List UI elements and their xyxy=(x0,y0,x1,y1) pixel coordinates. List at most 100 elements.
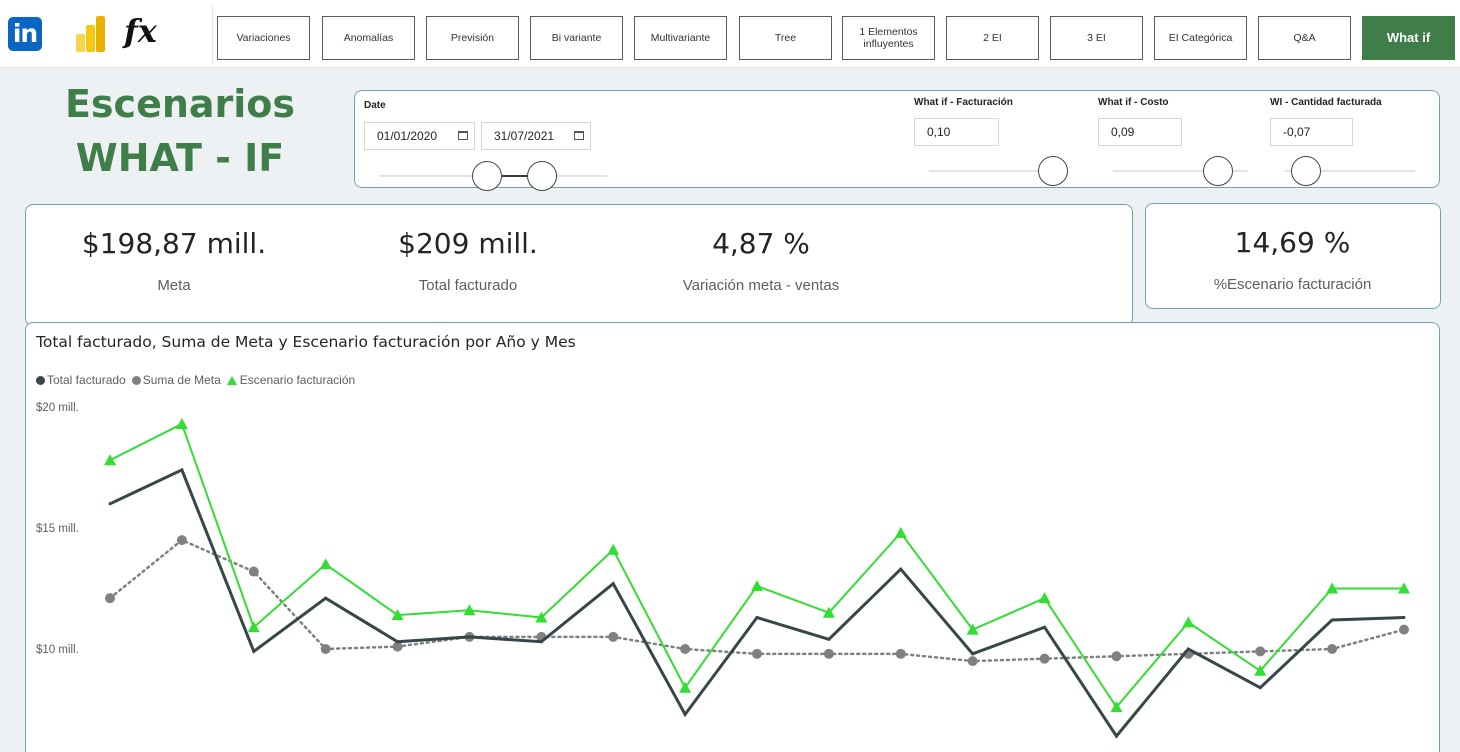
kpi-total-value: $209 mill. xyxy=(398,227,538,260)
line-chart-card: Total facturado, Suma de Meta y Escenari… xyxy=(25,322,1440,752)
data-point[interactable] xyxy=(1114,734,1118,738)
series-line-suma-de-meta[interactable] xyxy=(108,538,1406,663)
nav-button-tree[interactable]: Tree xyxy=(739,16,832,60)
data-point[interactable] xyxy=(175,417,188,429)
costo-slicer-label: What if - Costo xyxy=(1098,97,1169,108)
data-point[interactable] xyxy=(1039,653,1050,664)
facturacion-value: 0,10 xyxy=(927,125,951,139)
page-title-line2: WHAT - IF xyxy=(75,136,285,180)
data-point[interactable] xyxy=(467,635,471,639)
costo-value-input[interactable]: 0,09 xyxy=(1098,118,1182,146)
series-line-escenario-facturación[interactable] xyxy=(109,422,1404,709)
nav-button-multivariante[interactable]: Multivariante xyxy=(634,16,727,60)
date-start-value: 01/01/2020 xyxy=(377,129,438,143)
data-point[interactable] xyxy=(608,631,619,642)
data-point[interactable] xyxy=(827,637,831,641)
y-tick-label: $20 mill. xyxy=(36,402,79,414)
divider xyxy=(212,6,213,64)
data-point[interactable] xyxy=(1399,624,1409,635)
data-point[interactable] xyxy=(1255,646,1266,657)
date-end-value: 31/07/2021 xyxy=(494,129,555,143)
data-point[interactable] xyxy=(611,582,615,586)
cantidad-slider-handle[interactable] xyxy=(1291,156,1321,186)
data-point[interactable] xyxy=(180,468,184,472)
nav-button-bi-variante[interactable]: Bi variante xyxy=(530,16,623,60)
kpi-escenario-label: %Escenario facturación xyxy=(1213,276,1372,293)
nav-button-qa[interactable]: Q&A xyxy=(1258,16,1351,60)
data-point[interactable] xyxy=(324,596,328,600)
data-point[interactable] xyxy=(1258,686,1262,690)
line-chart[interactable]: $20 mill. $15 mill. $10 mill. xyxy=(26,323,1438,751)
kpi-meta-value: $198,87 mill. xyxy=(81,227,267,260)
nav-button-what-if[interactable]: What if xyxy=(1362,16,1455,60)
data-point[interactable] xyxy=(1111,651,1122,662)
data-point[interactable] xyxy=(105,593,115,604)
data-point[interactable] xyxy=(971,652,975,656)
data-point[interactable] xyxy=(320,644,331,654)
cantidad-slicer-label: WI - Cantidad facturada xyxy=(1270,97,1382,108)
slicer-panel: Date 01/01/2020 31/07/2021 What if - Fac… xyxy=(354,90,1440,191)
kpi-meta-label: Meta xyxy=(157,277,191,294)
nav-button-2-ei[interactable]: 2 EI xyxy=(946,16,1039,60)
costo-slider-handle[interactable] xyxy=(1203,156,1233,186)
y-tick-label: $10 mill. xyxy=(36,644,79,656)
data-point[interactable] xyxy=(751,580,763,592)
cantidad-value-input[interactable]: -0,07 xyxy=(1270,118,1353,146)
costo-value: 0,09 xyxy=(1111,125,1135,139)
nav-button-3-ei[interactable]: 3 EI xyxy=(1050,16,1143,60)
data-point[interactable] xyxy=(1327,644,1338,654)
data-point[interactable] xyxy=(396,640,400,644)
data-point[interactable] xyxy=(1330,618,1334,622)
facturacion-value-input[interactable]: 0,10 xyxy=(914,118,999,146)
date-end-input[interactable]: 31/07/2021 xyxy=(481,122,591,150)
data-point[interactable] xyxy=(252,649,256,653)
data-point[interactable] xyxy=(176,535,187,546)
kpi-total-label: Total facturado xyxy=(418,277,518,294)
data-point[interactable] xyxy=(319,558,332,570)
data-point[interactable] xyxy=(967,656,978,667)
calendar-icon[interactable] xyxy=(458,131,468,140)
cantidad-value: -0,07 xyxy=(1283,125,1311,139)
escenario-kpi-card: 14,69 % %Escenario facturación xyxy=(1145,203,1441,309)
nav-button-ei-categorica[interactable]: EI Categórica xyxy=(1154,16,1247,60)
date-slider-start-handle[interactable] xyxy=(472,161,502,191)
date-slicer-label: Date xyxy=(364,100,386,111)
top-navigation: in fx Variaciones Anomalías Previsión Bi… xyxy=(0,0,1460,68)
nav-button-anomalias[interactable]: Anomalías xyxy=(322,16,415,60)
data-point[interactable] xyxy=(895,648,906,659)
nav-button-prevision[interactable]: Previsión xyxy=(426,16,519,60)
data-point[interactable] xyxy=(104,454,116,466)
data-point[interactable] xyxy=(683,712,687,716)
powerbi-icon xyxy=(76,16,105,52)
nav-button-elementos-influyentes[interactable]: 1 Elementos influyentes xyxy=(842,16,935,60)
data-point[interactable] xyxy=(248,566,259,577)
series-line-total-facturado[interactable] xyxy=(109,467,1405,739)
data-point[interactable] xyxy=(752,648,762,659)
kpi-escenario-value: 14,69 % xyxy=(1234,226,1351,259)
data-point[interactable] xyxy=(1043,625,1047,629)
date-slider-end-handle[interactable] xyxy=(527,161,557,191)
page-title-line1: Escenarios xyxy=(64,82,296,126)
nav-button-variaciones[interactable]: Variaciones xyxy=(217,16,310,60)
calendar-icon[interactable] xyxy=(574,131,584,140)
kpi-variacion-label: Variación meta - ventas xyxy=(682,277,840,294)
facturacion-slider-handle[interactable] xyxy=(1038,156,1068,186)
data-point[interactable] xyxy=(1182,616,1195,628)
data-point[interactable] xyxy=(607,543,620,555)
data-point[interactable] xyxy=(680,644,691,654)
data-point[interactable] xyxy=(539,640,543,644)
data-point[interactable] xyxy=(1186,647,1190,651)
data-point[interactable] xyxy=(1038,592,1051,604)
data-point[interactable] xyxy=(894,526,907,538)
date-start-input[interactable]: 01/01/2020 xyxy=(364,122,475,150)
data-point[interactable] xyxy=(108,502,112,506)
fx-icon: fx xyxy=(124,12,157,50)
data-point[interactable] xyxy=(823,648,834,659)
data-point[interactable] xyxy=(1402,616,1406,620)
kpi-variacion-value: 4,87 % xyxy=(712,227,810,260)
linkedin-icon[interactable]: in xyxy=(8,17,42,51)
data-point[interactable] xyxy=(899,567,903,571)
facturacion-slicer-label: What if - Facturación xyxy=(914,97,1013,108)
kpi-card: $198,87 mill. Meta $209 mill. Total fact… xyxy=(25,204,1133,326)
data-point[interactable] xyxy=(755,616,759,620)
